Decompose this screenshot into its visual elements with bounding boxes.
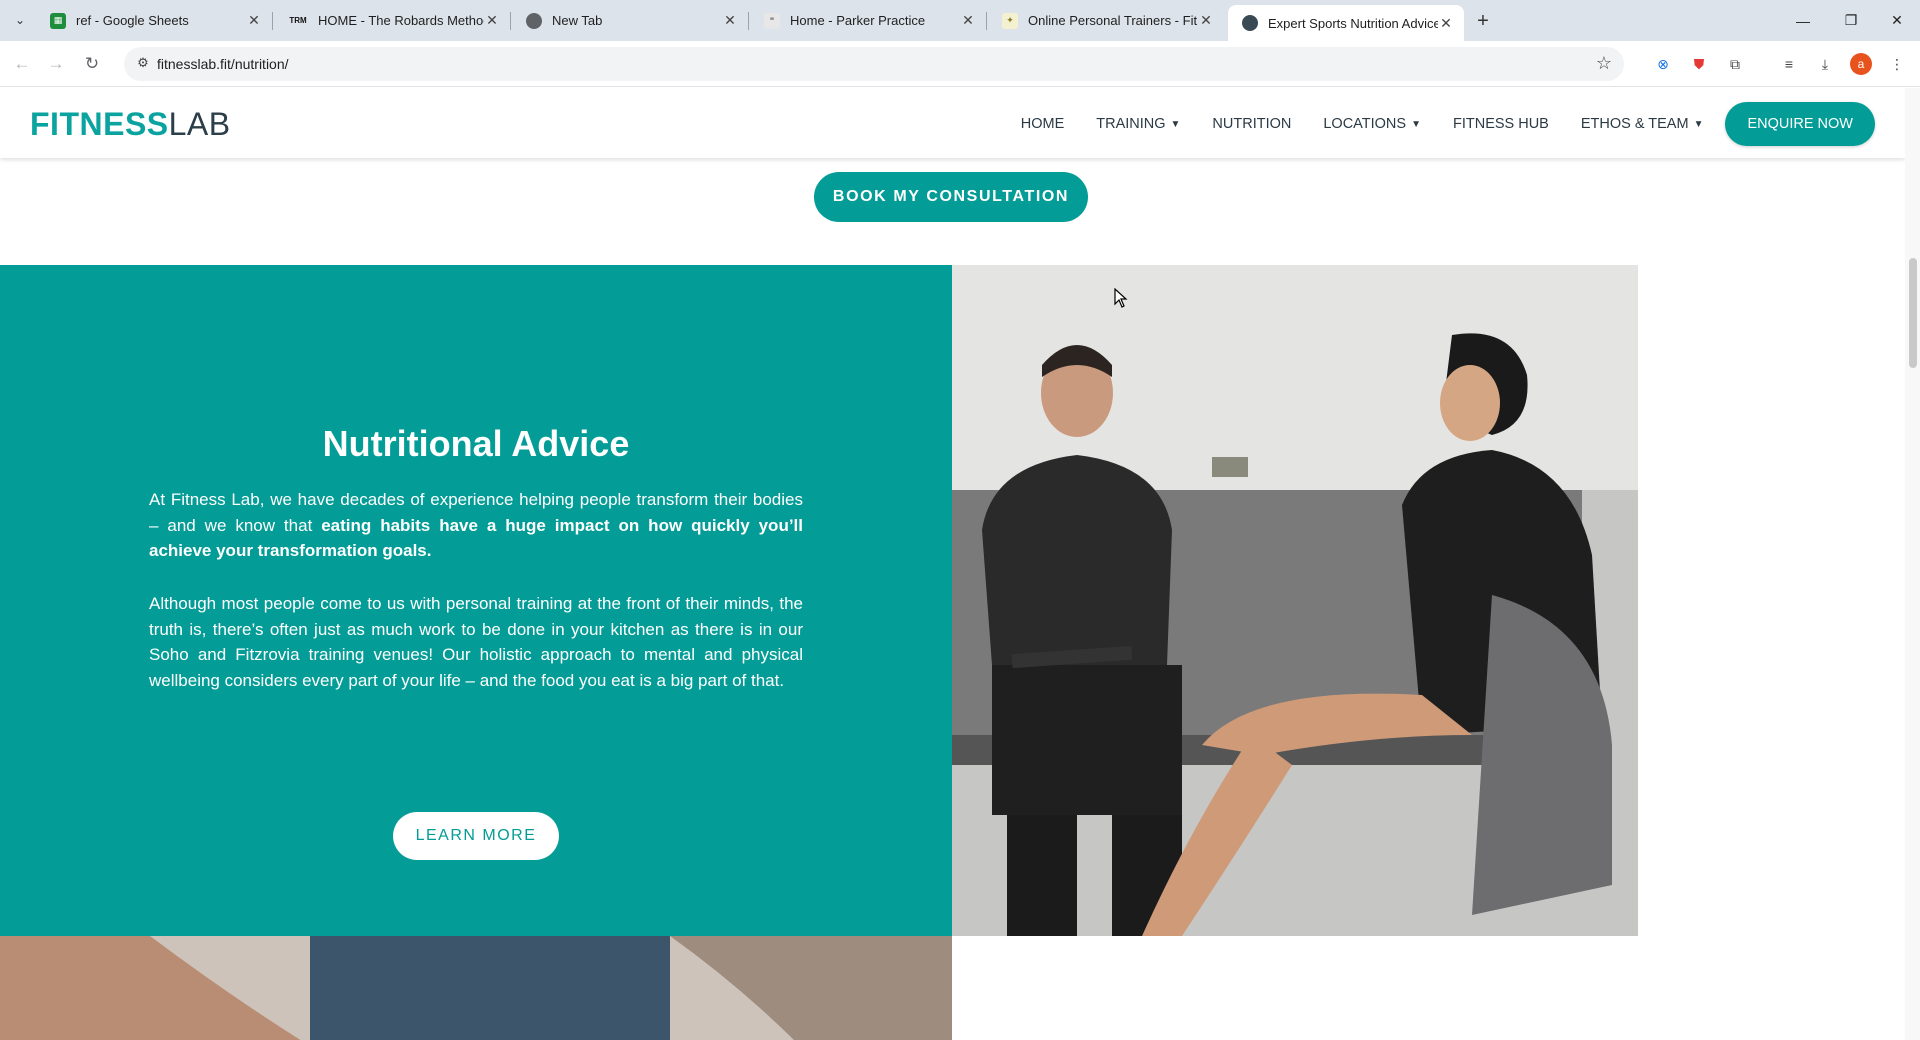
url-text[interactable]: fitnesslab.fit/nutrition/ [157,56,289,72]
scrollbar-thumb[interactable] [1909,258,1917,368]
new-tab-icon[interactable]: + [1470,8,1496,34]
chevron-down-icon: ▼ [1170,118,1181,130]
chevron-down-icon: ▼ [1693,118,1704,130]
shield-icon[interactable]: ⛊ [1688,53,1710,75]
nav-training[interactable]: TRAINING ▼ [1096,116,1180,132]
window-close-icon[interactable]: ✕ [1874,0,1920,41]
browser-tab-parker[interactable]: " Home - Parker Practice ✕ [750,0,987,41]
nav-label: ETHOS & TEAM [1580,116,1689,132]
nutritional-advice-panel: Nutritional Advice At Fitness Lab, we ha… [0,265,952,936]
trm-icon: TRM [289,16,307,25]
learn-more-button[interactable]: LEARN MORE [393,812,559,860]
bookmark-star-icon[interactable]: ☆ [1596,53,1612,74]
sheets-icon: ▦ [50,12,66,29]
page-viewport: FITNESSLAB HOME TRAINING ▼ NUTRITION LOCA… [0,88,1905,1040]
site-header: FITNESSLAB HOME TRAINING ▼ NUTRITION LOCA… [0,88,1905,158]
media-control-icon[interactable]: ≡ [1778,53,1800,75]
browser-tab-newtab[interactable]: New Tab ✕ [512,0,749,41]
browser-tab-robards[interactable]: TRM HOME - The Robards Method ✕ [274,0,511,41]
restore-icon[interactable]: ❐ [1828,0,1874,41]
tab-title: New Tab [552,13,603,28]
fitnesslab-icon [1242,15,1258,31]
close-icon[interactable]: ✕ [1438,15,1454,32]
close-icon[interactable]: ✕ [1198,12,1214,29]
reload-icon[interactable]: ↻ [78,50,106,78]
browser-tab-sheets[interactable]: ▦ ref - Google Sheets ✕ [36,0,273,41]
section-heading: Nutritional Advice [322,423,630,464]
enquire-now-button[interactable]: ENQUIRE NOW [1725,102,1875,146]
extension-icon[interactable]: ⊗ [1652,53,1674,75]
book-consultation-button[interactable]: BOOK MY CONSULTATION [814,172,1088,222]
browser-tab-strip: ⌄ ▦ ref - Google Sheets ✕ TRM HOME - The… [0,0,1920,41]
pp-icon: " [764,12,780,29]
browser-toolbar: ← → ↻ ⚙ fitnesslab.fit/nutrition/ ☆ ⊗ ⛊ … [0,41,1920,87]
fitness-icon: ✦ [1002,12,1018,29]
logo-text-bold: FITNESS [30,106,169,142]
fitnesslab-logo[interactable]: FITNESSLAB [30,106,231,143]
chevron-down-icon: ▼ [1411,118,1421,130]
nav-fitness-hub[interactable]: FITNESS HUB [1453,116,1549,132]
avatar[interactable]: a [1850,53,1872,75]
chrome-icon [526,12,542,29]
close-icon[interactable]: ✕ [484,12,500,29]
tab-title: HOME - The Robards Method [318,13,484,28]
address-bar[interactable]: ⚙ fitnesslab.fit/nutrition/ ☆ [124,47,1624,81]
tab-title: ref - Google Sheets [76,13,189,28]
nav-label: NUTRITION [1212,116,1292,132]
page-scrollbar[interactable] [1905,88,1920,1040]
nav-label: TRAINING [1096,116,1166,132]
nav-locations[interactable]: LOCATIONS ▼ [1323,116,1421,132]
browser-tab-nutrition[interactable]: Expert Sports Nutrition Advice ✕ [1228,5,1464,41]
nav-home[interactable]: HOME [1021,116,1065,132]
minimize-icon[interactable]: — [1780,0,1826,41]
lower-section-photo [0,936,952,1040]
nav-label: HOME [1020,116,1065,132]
body-paragraph: Although most people come to us with per… [149,594,803,690]
consultation-photo [952,265,1638,936]
site-info-icon[interactable]: ⚙ [134,55,152,73]
tab-title: Online Personal Trainers - Fitne [1028,13,1198,28]
close-icon[interactable]: ✕ [722,12,738,29]
nav-label: FITNESS HUB [1452,116,1549,132]
mouse-cursor-icon [1114,287,1128,313]
nav-label: LOCATIONS [1323,116,1407,132]
tab-title: Expert Sports Nutrition Advice [1268,15,1438,31]
nav-nutrition[interactable]: NUTRITION [1212,116,1291,132]
logo-text-light: LAB [168,106,231,142]
browser-tab-online-trainers[interactable]: ✦ Online Personal Trainers - Fitne ✕ [988,0,1224,41]
download-icon[interactable]: ⤓ [1814,53,1836,75]
intro-paragraph: At Fitness Lab, we have decades of exper… [149,487,803,564]
back-icon[interactable]: ← [8,50,36,78]
tab-search-icon[interactable]: ⌄ [8,8,32,32]
close-icon[interactable]: ✕ [960,12,976,29]
main-navigation: HOME TRAINING ▼ NUTRITION LOCATIONS ▼ FITN… [989,102,1875,146]
menu-kebab-icon[interactable]: ⋮ [1886,53,1908,75]
puzzle-icon[interactable]: ⧉ [1724,53,1746,75]
forward-icon[interactable]: → [42,50,70,78]
tab-title: Home - Parker Practice [790,13,926,28]
nav-ethos-team[interactable]: ETHOS & TEAM ▼ [1581,116,1704,132]
close-icon[interactable]: ✕ [246,12,262,29]
